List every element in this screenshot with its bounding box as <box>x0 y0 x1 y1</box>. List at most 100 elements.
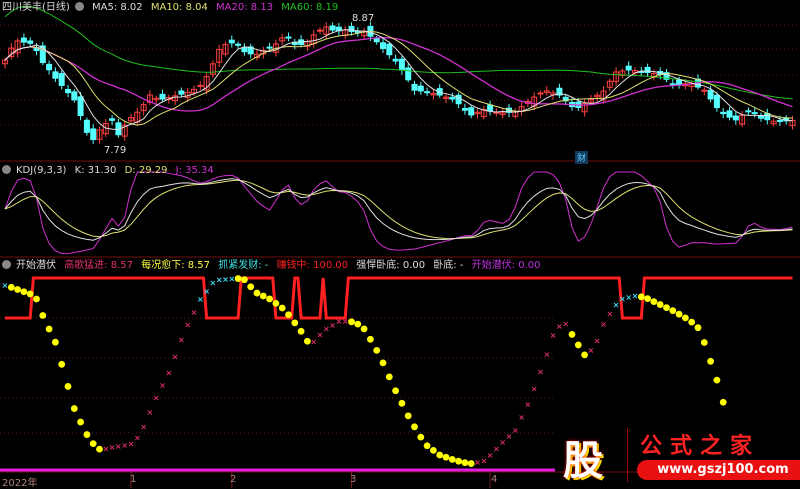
candle-down <box>178 90 185 95</box>
axis-month-label: 3 <box>350 474 357 485</box>
rising-cross-marker: × <box>191 308 198 317</box>
falling-dot <box>89 440 97 448</box>
falling-dot <box>33 295 40 303</box>
candle-down <box>713 94 720 109</box>
candle-down <box>449 96 456 100</box>
rising-cross-marker: × <box>550 331 557 340</box>
indicator-settings-icon[interactable] <box>2 260 11 269</box>
candle-down <box>71 91 78 101</box>
ma10-line <box>4 30 793 126</box>
falling-dot <box>568 331 576 338</box>
stock-chart[interactable]: ×× × × × ×××××××××××××× × × ×××× × × ×× ×××××××××××… <box>0 0 800 488</box>
rising-cross-marker: × <box>172 352 179 361</box>
qianghan-value: 强悍卧底: 0.00 <box>356 260 426 271</box>
rising-cross-marker: × <box>159 381 166 390</box>
rising-cross-marker: × <box>342 317 349 326</box>
axis-year-label: 2022年 <box>2 478 38 489</box>
candle-down <box>266 46 273 49</box>
rising-cross-marker: × <box>140 423 147 432</box>
falling-dot <box>669 307 677 315</box>
falling-dot <box>650 298 658 305</box>
settings-circle-icon[interactable] <box>74 2 84 11</box>
falling-dot <box>700 339 708 346</box>
falling-dot <box>385 373 393 381</box>
candle-down <box>745 110 752 113</box>
candle-up <box>317 29 323 32</box>
falling-dot <box>272 299 280 307</box>
indicator-title: 开始潜伏 <box>16 260 56 271</box>
axis-month-label: 2 <box>230 474 237 485</box>
ma10-value: MA10: 8.04 <box>150 2 208 13</box>
falling-dot <box>58 360 66 368</box>
rising-cross-marker: × <box>543 350 550 359</box>
candle-down <box>46 63 53 71</box>
watermark-logo: 股 <box>563 437 603 484</box>
candle-down <box>20 37 27 43</box>
ma20-value: MA20: 8.13 <box>216 2 274 13</box>
falling-dot <box>39 312 47 319</box>
high-price-label: 8.87 <box>352 13 375 24</box>
candle-down <box>487 104 494 112</box>
indicator-legend: 开始潜伏 高歌猛进: 8.57 每况愈下: 8.57 抓紧发财: - 赚钱中: … <box>2 259 545 272</box>
falling-dot <box>354 320 362 328</box>
axis-month-label: 1 <box>130 474 137 485</box>
candle-up <box>701 89 708 92</box>
rising-cross-marker: × <box>518 413 525 422</box>
falling-dot <box>14 286 21 293</box>
kdj-j-line <box>4 171 793 255</box>
falling-dot <box>367 335 374 343</box>
falling-dot <box>360 325 368 333</box>
kdj-settings-icon[interactable] <box>2 165 11 174</box>
watermark-divider <box>627 428 628 482</box>
top-cross-marker: × <box>228 274 235 283</box>
rising-cross-marker: × <box>588 346 595 355</box>
candle-down <box>669 83 676 86</box>
candle-down <box>77 96 84 116</box>
falling-dot <box>45 325 53 333</box>
falling-dot <box>707 357 714 365</box>
rising-cross-marker: × <box>147 408 154 417</box>
candle-down <box>776 119 783 122</box>
rising-cross-marker: × <box>153 394 160 403</box>
ma5-value: MA5: 8.02 <box>92 2 143 13</box>
finance-badge[interactable]: 财 <box>575 151 589 164</box>
gaoge-value: 高歌猛进: 8.57 <box>64 260 134 271</box>
candle-down <box>417 85 424 92</box>
falling-dot <box>455 457 462 465</box>
kdj-d-value: D: 29.29 <box>124 165 168 176</box>
falling-dot <box>436 451 444 459</box>
falling-dot <box>442 453 450 461</box>
candle-down <box>52 71 59 79</box>
kdj-d-line <box>4 179 793 240</box>
rising-cross-marker: × <box>606 309 613 318</box>
candle-down <box>392 58 399 62</box>
candle-down <box>398 58 405 71</box>
falling-dot <box>348 318 355 326</box>
wodi-value: 卧底: - <box>433 260 464 271</box>
falling-dot <box>688 318 696 326</box>
candle-down <box>90 128 97 141</box>
falling-dot <box>20 288 28 296</box>
falling-dot <box>398 399 406 407</box>
candle-down <box>676 79 683 86</box>
falling-dot <box>247 283 255 291</box>
rising-cross-marker: × <box>531 384 538 393</box>
falling-dot <box>663 304 670 312</box>
rising-cross-marker: × <box>165 369 172 378</box>
falling-dot <box>430 446 437 454</box>
candle-down <box>732 115 739 121</box>
kdj-title: KDJ(9,3,3) <box>16 165 67 176</box>
falling-dot <box>675 310 683 318</box>
falling-dot <box>26 290 34 298</box>
falling-dot <box>291 319 299 327</box>
candle-down <box>461 108 468 111</box>
axis-month-label: 4 <box>491 474 498 485</box>
candle-down <box>625 65 632 71</box>
candle-up <box>537 92 544 95</box>
falling-dot <box>417 433 425 441</box>
candle-down <box>83 119 90 133</box>
low-price-label: 7.79 <box>104 145 127 156</box>
top-cross-marker: × <box>197 295 204 304</box>
falling-dot <box>373 346 381 354</box>
zhuanqian-value: 赚钱中: 100.00 <box>276 260 349 271</box>
